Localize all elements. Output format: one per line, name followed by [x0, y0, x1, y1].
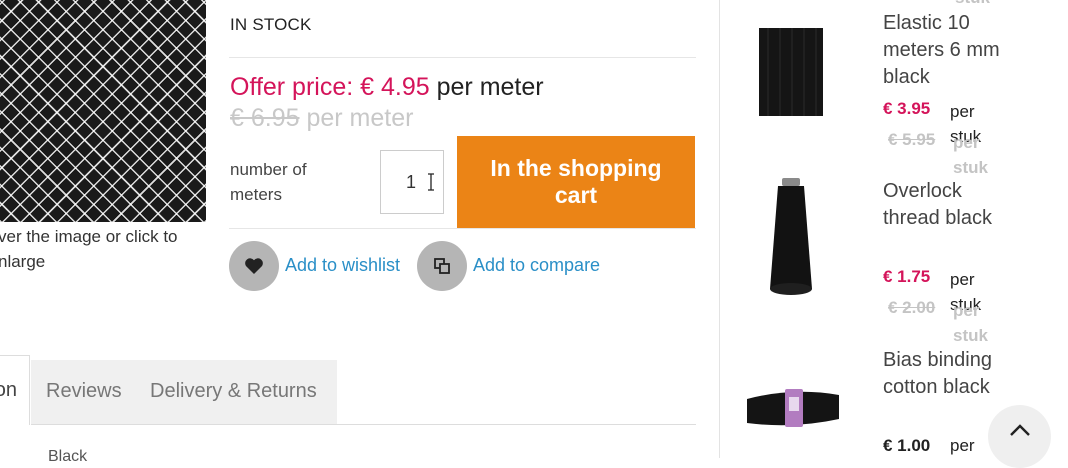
image-zoom-hint: ver the image or click to nlarge — [0, 227, 178, 271]
product-thumbnail-overlock-thread[interactable] — [760, 177, 822, 299]
sidebar-divider — [719, 0, 720, 458]
text-cursor-icon — [428, 173, 434, 191]
sidebar-product-price-unit: per — [950, 436, 975, 455]
divider — [229, 57, 696, 58]
tab-description[interactable]: on — [0, 355, 30, 425]
sidebar-product-price: € 1.00 — [883, 436, 931, 455]
old-price: € 6.95 — [230, 104, 300, 132]
description-text: Black — [48, 448, 88, 465]
sidebar-product-old-price: € 2.00 — [888, 298, 936, 317]
add-to-compare-link[interactable]: Add to compare — [473, 255, 600, 276]
sidebar-product-price: € 1.75 — [883, 267, 931, 286]
offer-price: Offer price: € 4.95 — [230, 73, 430, 101]
offer-price-line: Offer price: € 4.95 per meter — [230, 73, 544, 102]
divider — [229, 228, 696, 229]
stock-status: IN STOCK — [230, 15, 312, 34]
compare-icon — [434, 258, 450, 274]
sidebar-cut-text: stuk — [955, 0, 990, 8]
tab-reviews[interactable]: Reviews — [46, 380, 122, 403]
add-to-wishlist-link[interactable]: Add to wishlist — [285, 255, 400, 276]
sidebar-product-old-price-unit: per stuk — [953, 301, 988, 345]
sidebar-product-price: € 3.95 — [883, 99, 931, 118]
wishlist-button[interactable] — [229, 241, 279, 291]
tab-underline — [31, 424, 696, 425]
product-image[interactable] — [0, 0, 206, 222]
chevron-up-icon — [1009, 424, 1030, 436]
sidebar-product-name[interactable]: Elastic 10 meters 6 mm black — [883, 10, 1008, 91]
product-thumbnail-elastic[interactable] — [758, 27, 824, 117]
heart-icon — [245, 258, 263, 274]
tab-delivery-returns[interactable]: Delivery & Returns — [150, 380, 317, 403]
old-price-line: € 6.95 per meter — [230, 104, 413, 133]
offer-price-unit: per meter — [436, 73, 544, 101]
sidebar-product-name[interactable]: Overlock thread black — [883, 178, 1008, 232]
sidebar-product-old-price-unit: per stuk — [953, 133, 988, 177]
product-thumbnail-bias-binding[interactable] — [745, 385, 841, 431]
compare-button[interactable] — [417, 241, 467, 291]
scroll-to-top-button[interactable] — [988, 405, 1051, 468]
add-to-cart-button[interactable]: In the shopping cart — [457, 136, 695, 228]
sidebar-product-old-price: € 5.95 — [888, 130, 936, 149]
old-price-unit: per meter — [306, 104, 414, 132]
sidebar-product-name[interactable]: Bias binding cotton black — [883, 347, 1008, 401]
quantity-label: number of meters — [230, 160, 307, 204]
